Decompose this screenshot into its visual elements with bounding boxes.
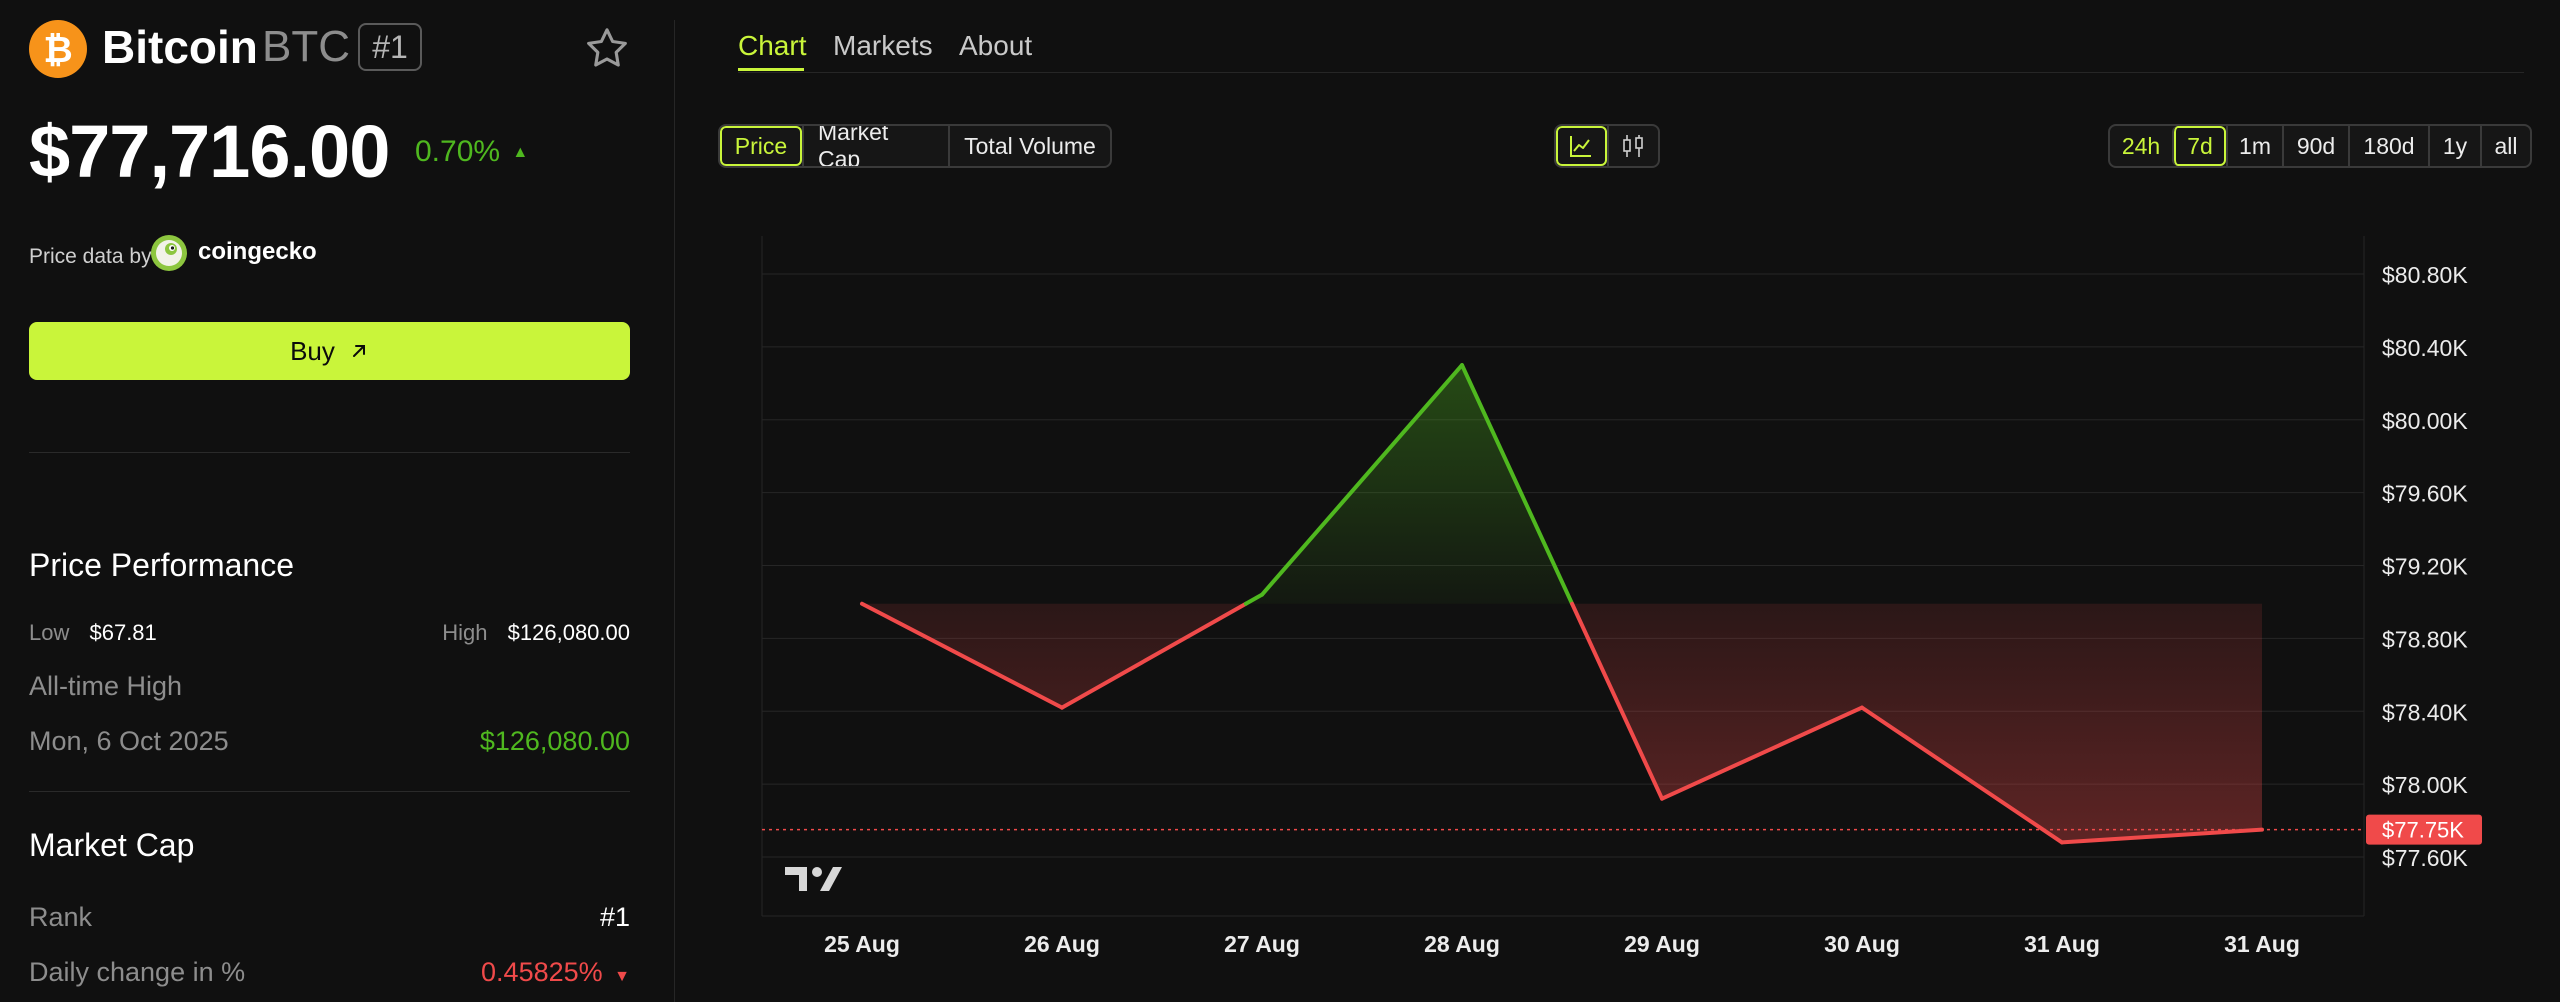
- y-tick-label: $78.80K: [2382, 626, 2468, 652]
- price-chart[interactable]: $80.80K $80.40K $80.00K $79.60K $79.20K $78.8…: [0, 0, 2560, 1002]
- x-tick-label: 28 Aug: [1424, 931, 1500, 957]
- y-tick-label: $78.00K: [2382, 772, 2468, 798]
- x-tick-label: 27 Aug: [1224, 931, 1300, 957]
- below-baseline-area: [862, 603, 2262, 843]
- y-tick-label: $78.40K: [2382, 699, 2468, 725]
- y-tick-label: $80.00K: [2382, 408, 2468, 434]
- y-tick-label: $80.80K: [2382, 262, 2468, 288]
- y-tick-label: $79.60K: [2382, 481, 2468, 507]
- x-tick-label: 31 Aug: [2024, 931, 2100, 957]
- x-tick-label: 29 Aug: [1624, 931, 1700, 957]
- tradingview-watermark: [785, 867, 842, 891]
- x-tick-label: 25 Aug: [824, 931, 900, 957]
- current-price-label: $77.75K: [2382, 818, 2464, 843]
- y-tick-label: $79.20K: [2382, 554, 2468, 580]
- above-baseline-area: [862, 365, 2262, 604]
- x-tick-label: 26 Aug: [1024, 931, 1100, 957]
- x-tick-label: 31 Aug: [2224, 931, 2300, 957]
- y-tick-label: $77.60K: [2382, 845, 2468, 871]
- x-tick-label: 30 Aug: [1824, 931, 1900, 957]
- y-tick-label: $80.40K: [2382, 335, 2468, 361]
